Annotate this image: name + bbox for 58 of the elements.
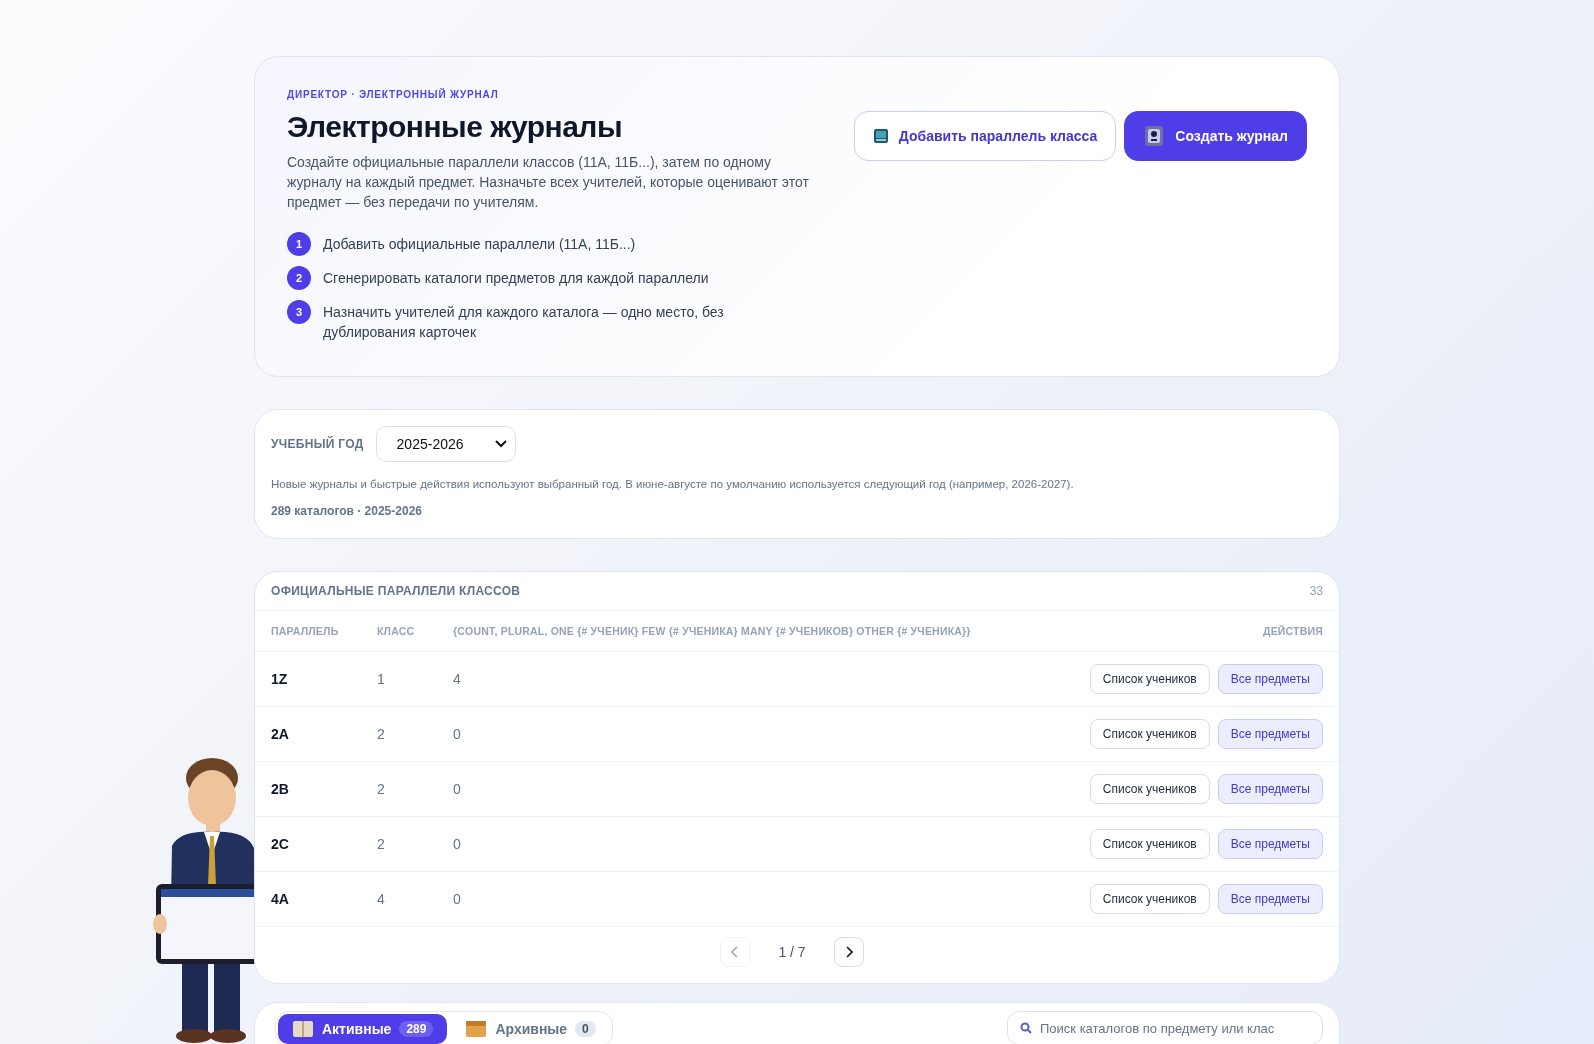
student-list-button[interactable]: Список учеников (1089, 829, 1210, 859)
table-cell-text: 4 (453, 671, 462, 687)
year-note: Новые журналы и быстрые действия используют выбранный год. В июне-августе по умолчанию используется следующий год (например, 2026-2027). (271, 478, 1075, 490)
all-subjects-button[interactable]: Все предметы (1217, 774, 1323, 804)
box-icon (465, 1019, 488, 1039)
chevron-down-icon (494, 440, 507, 448)
table-cell-text: 0 (453, 726, 462, 742)
table-cell-text: 2C (271, 836, 290, 852)
table-cell-text: 2A (271, 726, 290, 742)
page-title: Электронные журналы (287, 110, 624, 144)
add-parallel-button[interactable]: Добавить параллель класса (853, 111, 1117, 161)
table-cell-text: 1Z (271, 671, 289, 687)
board-icon (872, 128, 889, 144)
table-cell-text: 0 (453, 891, 462, 907)
table-cell-text: 1 (377, 671, 386, 687)
table-cell-text: 2 (377, 726, 386, 742)
table-cell-text: 2 (377, 781, 386, 797)
table-cell-text: 0 (453, 836, 462, 852)
step-number: 2 (287, 266, 311, 290)
step-text: Сгенерировать каталоги предметов для каждой параллели (323, 269, 709, 288)
student-list-button[interactable]: Список учеников (1089, 719, 1210, 749)
column-header: {COUNT, PLURAL, ONE {# УЧЕНИК} FEW {# УЧЕНИКА} MANY {# УЧЕНИКОВ} OTHER {# УЧЕНИКА}} (453, 625, 972, 637)
page-indicator: 1 / 7 (778, 944, 806, 960)
all-subjects-button[interactable]: Все предметы (1217, 664, 1323, 694)
step-number: 3 (287, 300, 311, 324)
chevron-left-icon (731, 946, 740, 958)
section-title: ОФИЦИАЛЬНЫЕ ПАРАЛЛЕЛИ КЛАССОВ (271, 584, 521, 598)
next-page-button[interactable] (833, 937, 864, 967)
catalog-summary: 289 каталогов · 2025-2026 (271, 504, 423, 518)
student-list-button[interactable]: Список учеников (1089, 884, 1210, 914)
book-icon (292, 1019, 314, 1039)
journal-icon (1143, 125, 1166, 147)
all-subjects-button[interactable]: Все предметы (1217, 719, 1323, 749)
chevron-right-icon (844, 946, 853, 958)
all-subjects-button[interactable]: Все предметы (1217, 884, 1323, 914)
catalog-tab[interactable]: Активные 289 (278, 1014, 448, 1044)
column-header: КЛАСС (377, 625, 416, 637)
school-year-label: УЧЕБНЫЙ ГОД (271, 437, 364, 451)
parallel-count: 33 (1309, 584, 1323, 598)
table-cell-text: 2 (377, 836, 386, 852)
eyebrow-label: ДИРЕКТОР · ЭЛЕКТРОННЫЙ ЖУРНАЛ (287, 89, 500, 100)
table-cell-text: 0 (453, 781, 462, 797)
all-subjects-button[interactable]: Все предметы (1217, 829, 1323, 859)
student-list-button[interactable]: Список учеников (1089, 664, 1210, 694)
step-text: Назначить учителей для каждого каталога — одно место, без дублирования карточек (323, 303, 725, 342)
create-journal-button[interactable]: Создать журнал (1124, 111, 1307, 161)
search-field[interactable]: Поиск каталогов по предмету или клас (1007, 1011, 1323, 1044)
column-header: ДЕЙСТВИЯ (1261, 625, 1323, 637)
student-list-button[interactable]: Список учеников (1089, 774, 1210, 804)
description: Создайте официальные параллели классов (11А, 11Б...), затем по одному журналу на каждый предмет. Назначьте всех учителей, которые оценивают этот предмет — без передачи по учителям. (287, 153, 810, 212)
step-number: 1 (287, 232, 311, 256)
catalog-tab[interactable]: Архивные 0 (451, 1014, 610, 1044)
table-cell-text: 2B (271, 781, 290, 797)
column-header: ПАРАЛЛЕЛЬ (271, 625, 340, 637)
table-cell-text: 4A (271, 891, 290, 907)
school-year-select[interactable]: 2025-2026 (375, 426, 516, 462)
table-cell-text: 4 (377, 891, 386, 907)
step-text: Добавить официальные параллели (11А, 11Б...) (323, 235, 636, 254)
